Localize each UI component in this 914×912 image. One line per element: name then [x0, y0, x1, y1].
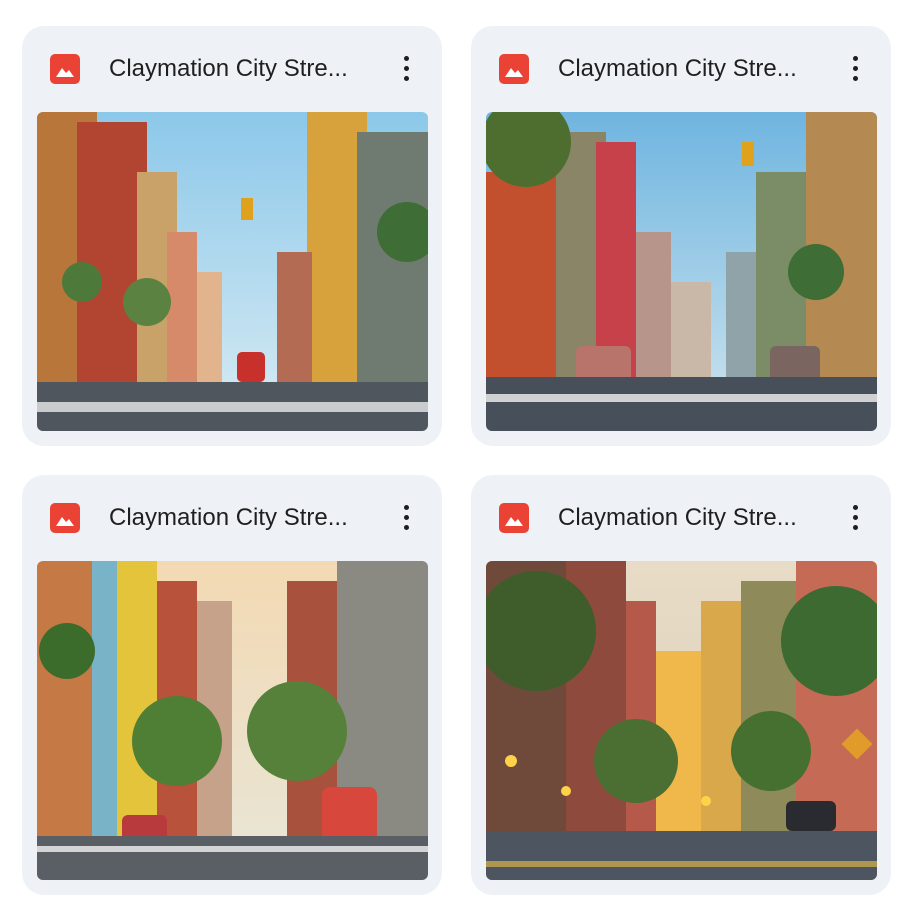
file-card[interactable]: Claymation City Stre...: [471, 475, 891, 895]
file-title[interactable]: Claymation City Stre...: [109, 54, 389, 84]
file-card[interactable]: Claymation City Stre...: [471, 26, 891, 446]
image-thumbnail[interactable]: [37, 561, 428, 880]
image-thumbnail[interactable]: [486, 561, 877, 880]
card-header: Claymation City Stre...: [22, 475, 442, 561]
more-vert-icon[interactable]: [839, 499, 873, 537]
image-thumbnail[interactable]: [37, 112, 428, 431]
file-title[interactable]: Claymation City Stre...: [558, 54, 838, 84]
card-header: Claymation City Stre...: [471, 475, 891, 561]
file-card[interactable]: Claymation City Stre...: [22, 475, 442, 895]
image-file-icon: [50, 54, 80, 84]
more-vert-icon[interactable]: [390, 499, 424, 537]
more-vert-icon[interactable]: [390, 50, 424, 88]
image-file-icon: [50, 503, 80, 533]
card-header: Claymation City Stre...: [22, 26, 442, 112]
file-title[interactable]: Claymation City Stre...: [558, 503, 838, 533]
more-vert-icon[interactable]: [839, 50, 873, 88]
image-file-icon: [499, 503, 529, 533]
file-title[interactable]: Claymation City Stre...: [109, 503, 389, 533]
file-card[interactable]: Claymation City Stre...: [22, 26, 442, 446]
card-header: Claymation City Stre...: [471, 26, 891, 112]
image-file-icon: [499, 54, 529, 84]
image-thumbnail[interactable]: [486, 112, 877, 431]
